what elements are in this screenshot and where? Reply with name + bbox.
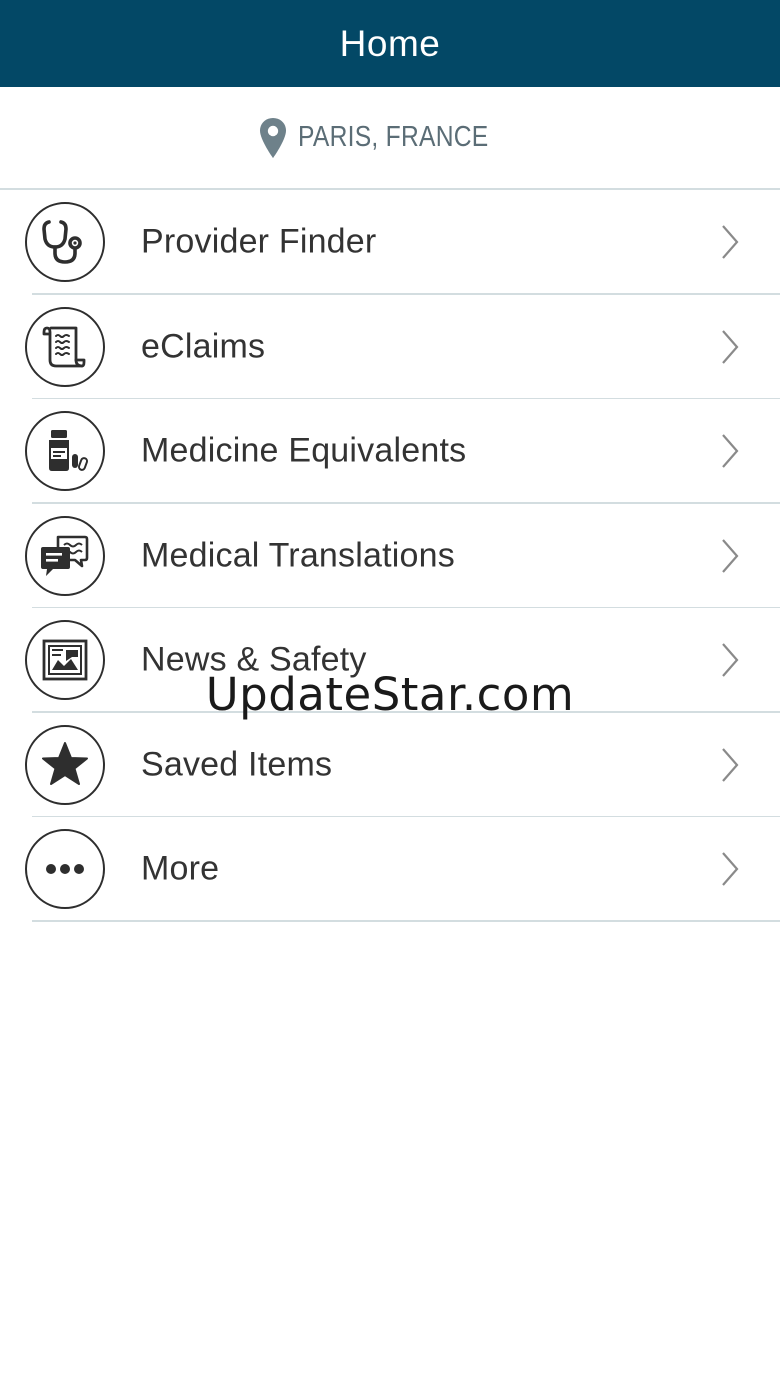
stethoscope-icon — [25, 202, 105, 283]
menu-item-label: Saved Items — [141, 745, 333, 784]
app-screen: Home PARIS, FRANCE Provider Finder eClai… — [0, 0, 780, 1387]
map-pin-icon — [259, 117, 286, 158]
chevron-right-icon — [720, 538, 740, 574]
menu-item-medicine-equivalents[interactable]: Medicine Equivalents — [0, 399, 780, 504]
menu-item-label: More — [141, 849, 220, 888]
chevron-right-icon — [720, 329, 740, 365]
location-label: PARIS, FRANCE — [297, 121, 489, 153]
scroll-document-icon — [25, 306, 105, 387]
header-bar: Home — [0, 0, 780, 87]
page-title: Home — [339, 22, 441, 64]
menu-item-news-safety[interactable]: News & Safety — [0, 608, 780, 713]
chevron-right-icon — [720, 642, 740, 678]
menu-item-label: Medical Translations — [141, 536, 455, 575]
chevron-right-icon — [720, 433, 740, 469]
menu-item-medical-translations[interactable]: Medical Translations — [0, 504, 780, 609]
speech-bubbles-icon — [25, 515, 105, 596]
menu-item-label: Provider Finder — [141, 222, 377, 261]
location-selector[interactable]: PARIS, FRANCE — [218, 113, 562, 163]
menu-item-provider-finder[interactable]: Provider Finder — [0, 190, 780, 295]
newspaper-icon — [25, 620, 105, 701]
menu-item-label: News & Safety — [141, 640, 367, 679]
location-bar: PARIS, FRANCE — [0, 87, 780, 190]
menu-item-more[interactable]: More — [0, 817, 780, 922]
menu-item-label: Medicine Equivalents — [141, 431, 467, 470]
medicine-bottle-icon — [25, 411, 105, 492]
menu-item-eclaims[interactable]: eClaims — [0, 295, 780, 400]
star-icon — [25, 724, 105, 805]
more-dots-icon — [25, 829, 105, 910]
chevron-right-icon — [720, 224, 740, 260]
home-menu: Provider Finder eClaims Medicine Equival… — [0, 190, 780, 922]
menu-item-label: eClaims — [141, 327, 266, 366]
chevron-right-icon — [720, 747, 740, 783]
menu-item-saved-items[interactable]: Saved Items — [0, 713, 780, 818]
chevron-right-icon — [720, 851, 740, 887]
